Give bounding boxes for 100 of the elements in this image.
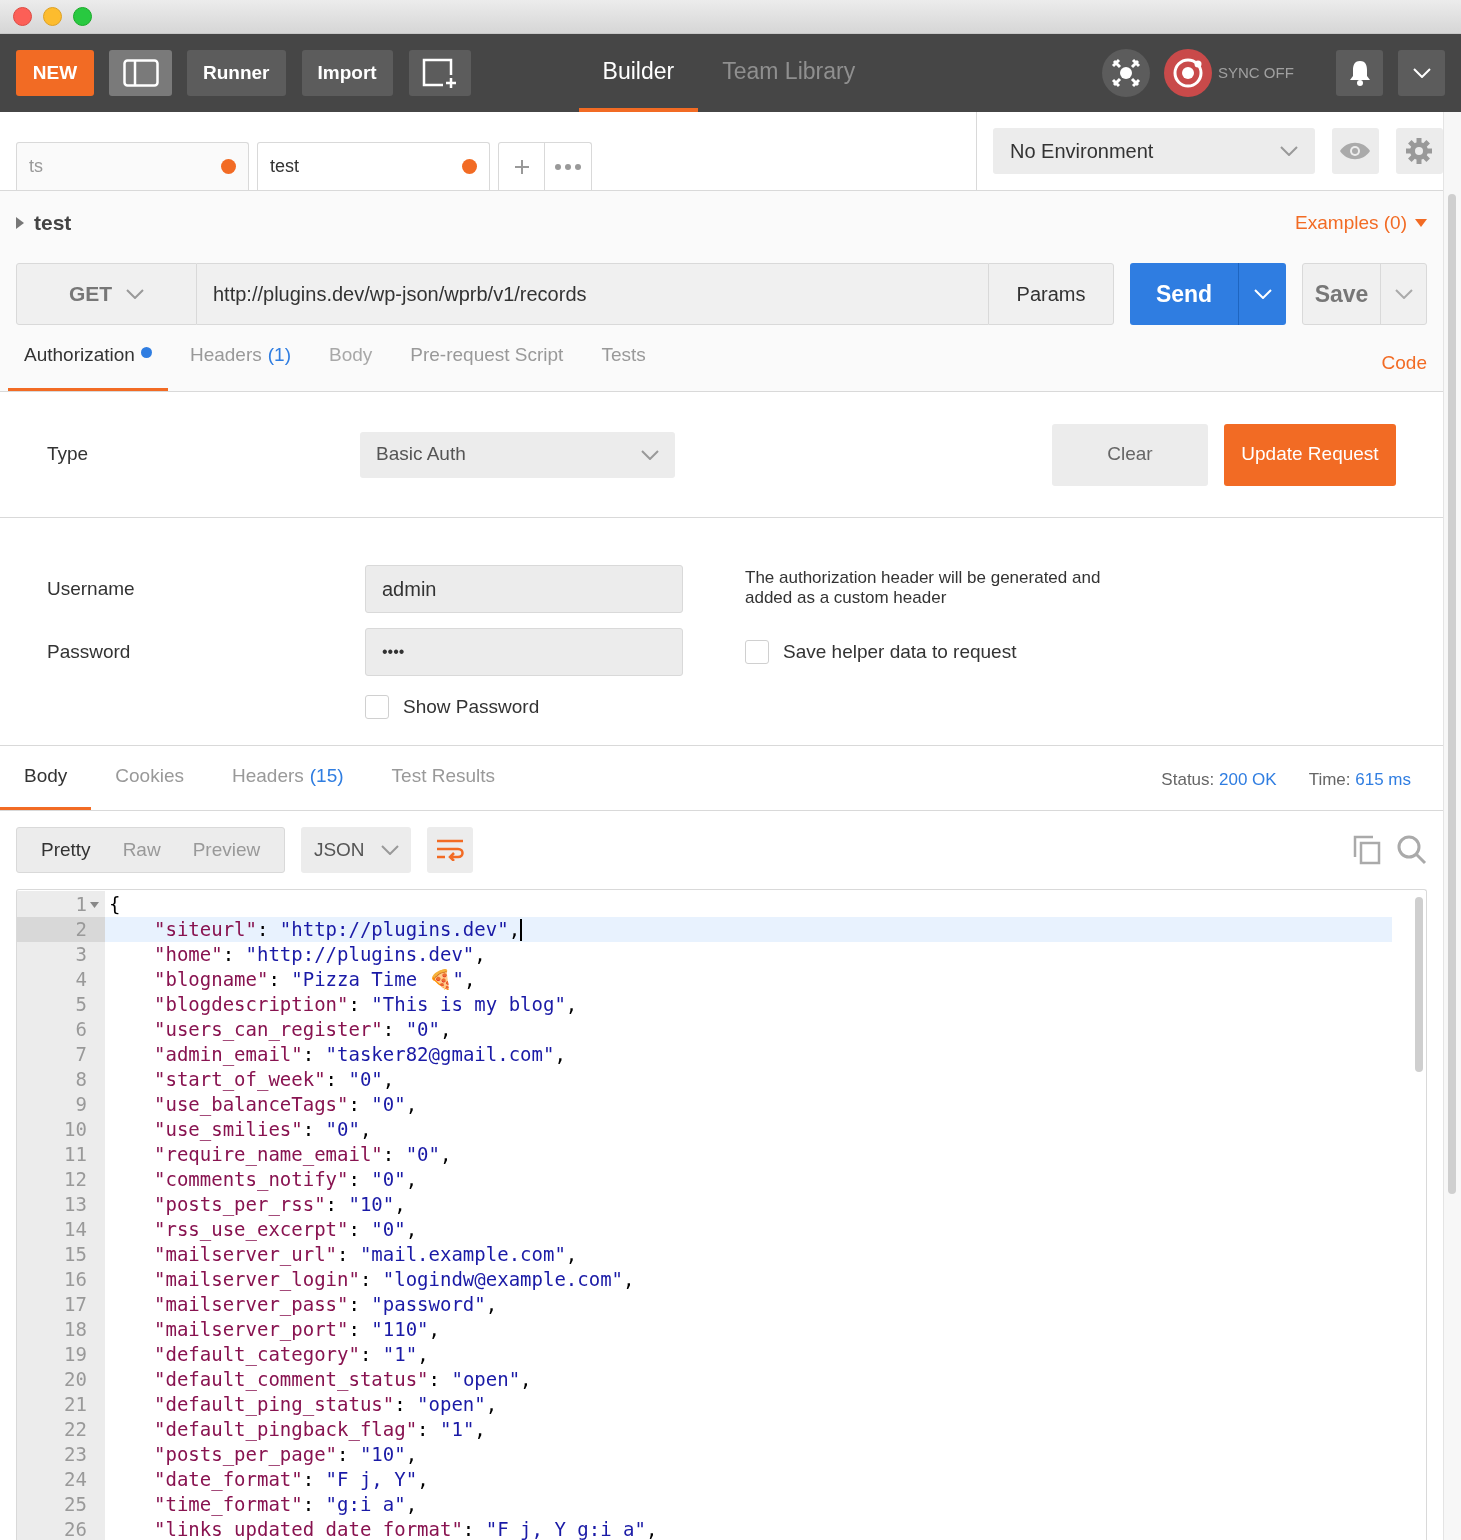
caret-down-icon bbox=[1415, 219, 1427, 227]
code-line: "users_can_register": "0", bbox=[153, 1017, 453, 1042]
params-button[interactable]: Params bbox=[988, 263, 1114, 325]
search-icon[interactable] bbox=[1397, 835, 1427, 865]
new-window-button[interactable] bbox=[408, 50, 471, 96]
scrollbar-thumb[interactable] bbox=[1415, 897, 1423, 1072]
request-section-tab[interactable]: Tests bbox=[585, 341, 662, 391]
eye-icon bbox=[1339, 142, 1372, 160]
checkbox[interactable] bbox=[365, 695, 389, 720]
code-line: "links_updated_date_format": "F j, Y g:i a", bbox=[153, 1517, 659, 1540]
line-number: 10 bbox=[63, 1117, 88, 1142]
format-dropdown[interactable]: JSON bbox=[301, 827, 412, 873]
method-dropdown[interactable]: GET bbox=[16, 263, 197, 325]
window-zoom-button[interactable] bbox=[73, 7, 92, 26]
line-number: 26 bbox=[63, 1517, 88, 1540]
view-mode-tab[interactable]: Pretty bbox=[25, 828, 107, 872]
update-request-button[interactable]: Update Request bbox=[1224, 423, 1396, 486]
line-number: 18 bbox=[63, 1317, 88, 1342]
line-number: 9 bbox=[74, 1092, 88, 1117]
settings-icon bbox=[1405, 137, 1434, 165]
checkbox[interactable] bbox=[745, 640, 769, 665]
chevron-down-icon bbox=[1394, 289, 1413, 299]
sync-status: SYNC OFF bbox=[1218, 62, 1295, 83]
code-line: "date_format": "F j, Y", bbox=[153, 1467, 430, 1492]
code-line: "time_format": "g:i a", bbox=[153, 1492, 419, 1517]
password-field[interactable]: •••• bbox=[365, 628, 683, 676]
text-cursor bbox=[520, 918, 523, 941]
code-line: "default_category": "1", bbox=[153, 1342, 430, 1367]
caret-right-icon[interactable] bbox=[16, 217, 24, 229]
code-line: "use_smilies": "0", bbox=[153, 1117, 373, 1142]
window-minimize-button[interactable] bbox=[43, 7, 62, 26]
quick-look-button[interactable] bbox=[1331, 128, 1379, 174]
code-line: "use_balanceTags": "0", bbox=[153, 1092, 419, 1117]
interceptor-button[interactable] bbox=[1102, 49, 1150, 97]
examples-link[interactable]: Examples (0) bbox=[1295, 208, 1427, 238]
request-tab[interactable]: ts bbox=[16, 142, 249, 190]
line-number: 13 bbox=[63, 1192, 88, 1217]
code-line: "posts_per_rss": "10", bbox=[153, 1192, 407, 1217]
scrollbar-thumb[interactable] bbox=[1448, 194, 1456, 1194]
line-number: 15 bbox=[63, 1242, 88, 1267]
new-button[interactable]: NEW bbox=[16, 50, 94, 96]
view-tab[interactable]: Team Library bbox=[698, 34, 880, 112]
sidebar-toggle-button[interactable] bbox=[109, 50, 172, 96]
line-number: 1 bbox=[17, 892, 105, 917]
username-label: Username bbox=[47, 576, 136, 601]
import-button[interactable]: Import bbox=[301, 50, 393, 96]
code-link[interactable]: Code bbox=[1381, 348, 1427, 377]
response-tab[interactable]: Cookies bbox=[91, 762, 208, 810]
response-tab[interactable]: Body bbox=[0, 762, 92, 810]
menu-button[interactable] bbox=[1398, 50, 1445, 96]
code-line: "posts_per_page": "10", bbox=[153, 1442, 419, 1467]
checkbox-label: Show Password bbox=[403, 695, 540, 719]
request-section-tab[interactable]: Headers (1) bbox=[173, 341, 307, 391]
fold-caret-icon[interactable] bbox=[90, 901, 99, 908]
code-line: "comments_notify": "0", bbox=[153, 1167, 419, 1192]
response-time: Time: 615 ms bbox=[1308, 768, 1411, 791]
code-line: "rss_use_excerpt": "0", bbox=[153, 1217, 419, 1242]
code-line: "mailserver_login": "logindw@example.com", bbox=[153, 1267, 636, 1292]
response-status: Status: 200 OK bbox=[1161, 768, 1277, 791]
more-icon bbox=[555, 163, 581, 170]
notifications-button[interactable] bbox=[1336, 50, 1383, 96]
wrap-icon bbox=[436, 839, 465, 861]
sync-button[interactable] bbox=[1164, 49, 1212, 97]
line-number: 11 bbox=[63, 1142, 88, 1167]
line-number: 2 bbox=[17, 917, 105, 942]
line-number: 22 bbox=[63, 1417, 88, 1442]
line-number: 8 bbox=[74, 1067, 88, 1092]
line-number: 25 bbox=[63, 1492, 88, 1517]
window-close-button[interactable] bbox=[13, 7, 32, 26]
copy-icon[interactable] bbox=[1353, 835, 1381, 865]
request-section-tab[interactable]: Authorization bbox=[8, 341, 168, 391]
line-number: 7 bbox=[74, 1042, 88, 1067]
response-tab[interactable]: Headers (15) bbox=[207, 762, 368, 810]
chevron-down-icon bbox=[380, 845, 399, 855]
runner-button[interactable]: Runner bbox=[187, 50, 286, 96]
environment-dropdown[interactable]: No Environment bbox=[993, 128, 1315, 174]
wrap-lines-button[interactable] bbox=[427, 827, 474, 873]
code-line: "blogdescription": "This is my blog", bbox=[153, 992, 579, 1017]
request-tab[interactable]: test bbox=[257, 142, 490, 190]
request-name: test bbox=[34, 210, 72, 237]
code-line: "mailserver_port": "110", bbox=[153, 1317, 441, 1342]
chevron-down-icon bbox=[1412, 68, 1431, 78]
line-number: 4 bbox=[74, 967, 88, 992]
view-mode-tab[interactable]: Preview bbox=[176, 828, 277, 872]
auth-type-dropdown[interactable]: Basic Auth bbox=[360, 431, 675, 478]
request-section-tab[interactable]: Pre-request Script bbox=[394, 341, 580, 391]
sidebar-icon bbox=[122, 59, 159, 87]
code-line: "home": "http://plugins.dev", bbox=[153, 942, 487, 967]
line-number: 21 bbox=[63, 1392, 88, 1417]
url-field[interactable]: http://plugins.dev/wp-json/wprb/v1/records bbox=[197, 263, 988, 325]
response-tab[interactable]: Test Results bbox=[367, 762, 520, 810]
code-line: { bbox=[108, 892, 122, 917]
username-field[interactable]: admin bbox=[365, 565, 683, 613]
clear-button[interactable]: Clear bbox=[1052, 423, 1208, 486]
code-line: "default_pingback_flag": "1", bbox=[153, 1417, 487, 1442]
view-mode-tab[interactable]: Raw bbox=[106, 828, 177, 872]
new-window-icon bbox=[420, 57, 459, 89]
auth-note: The authorization header will be generated and added as a custom header bbox=[745, 567, 1102, 609]
line-number: 23 bbox=[63, 1442, 88, 1467]
settings-button[interactable] bbox=[1395, 128, 1443, 174]
